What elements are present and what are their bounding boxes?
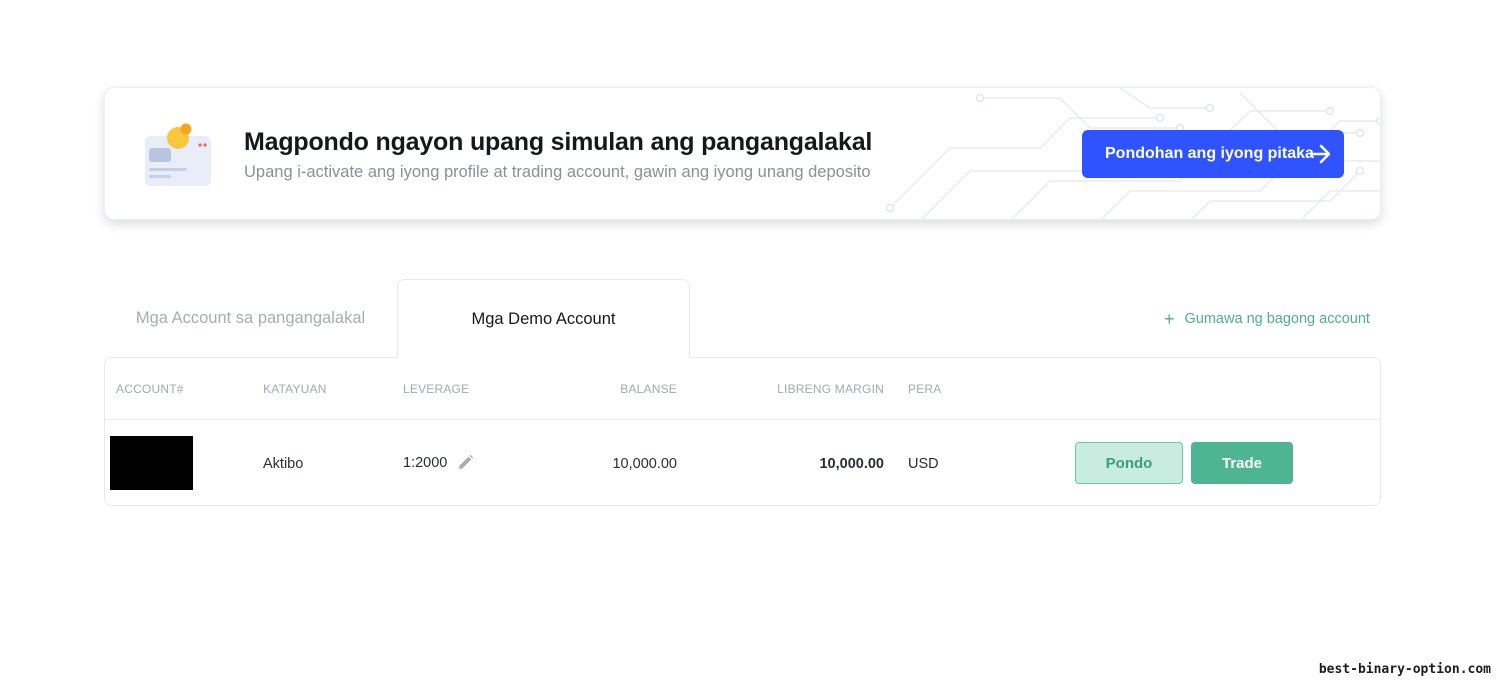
- balance-value: 10,000.00: [612, 456, 677, 472]
- header-account: ACCOUNT#: [116, 382, 184, 396]
- pencil-edit-icon[interactable]: [457, 454, 474, 471]
- header-balance: BALANSE: [620, 382, 677, 396]
- create-account-label: Gumawa ng bagong account: [1184, 311, 1370, 327]
- fund-wallet-button-label: Pondohan ang iyong pitaka: [1105, 145, 1314, 162]
- plus-icon: +: [1164, 309, 1175, 329]
- header-status: KATAYUAN: [263, 382, 327, 396]
- tab-demo-accounts[interactable]: Mga Demo Account: [397, 279, 690, 358]
- fund-button[interactable]: Pondo: [1075, 442, 1183, 484]
- header-free-margin: LIBRENG MARGIN: [777, 382, 884, 396]
- page: Magpondo ngayon upang simulan ang pangan…: [0, 0, 1500, 690]
- table-header: ACCOUNT# KATAYUAN LEVERAGE BALANSE LIBRE…: [105, 358, 1380, 420]
- header-currency: PERA: [908, 382, 942, 396]
- leverage-cell: 1:2000: [403, 454, 474, 471]
- status-value: Aktibo: [263, 456, 304, 472]
- tab-trading-accounts[interactable]: Mga Account sa pangangalakal: [104, 279, 397, 358]
- accounts-table: ACCOUNT# KATAYUAN LEVERAGE BALANSE LIBRE…: [104, 357, 1381, 506]
- leverage-value: 1:2000: [403, 454, 448, 471]
- banner-title: Magpondo ngayon upang simulan ang pangan…: [244, 128, 873, 156]
- banner-subtitle: Upang i-activate ang iyong profile at tr…: [244, 163, 871, 181]
- create-account-link[interactable]: + Gumawa ng bagong account: [1164, 308, 1370, 330]
- free-margin-value: 10,000.00: [819, 456, 884, 472]
- account-number-redacted: [110, 436, 193, 490]
- watermark-text: best-binary-option.com: [1318, 662, 1491, 677]
- trade-button[interactable]: Trade: [1191, 442, 1293, 484]
- currency-value: USD: [908, 456, 939, 472]
- header-leverage: LEVERAGE: [403, 382, 470, 396]
- arrow-right-icon: [1309, 144, 1331, 164]
- wallet-card-illustration: [145, 123, 211, 186]
- fund-wallet-button[interactable]: Pondohan ang iyong pitaka: [1082, 130, 1344, 178]
- fund-banner: Magpondo ngayon upang simulan ang pangan…: [104, 87, 1381, 220]
